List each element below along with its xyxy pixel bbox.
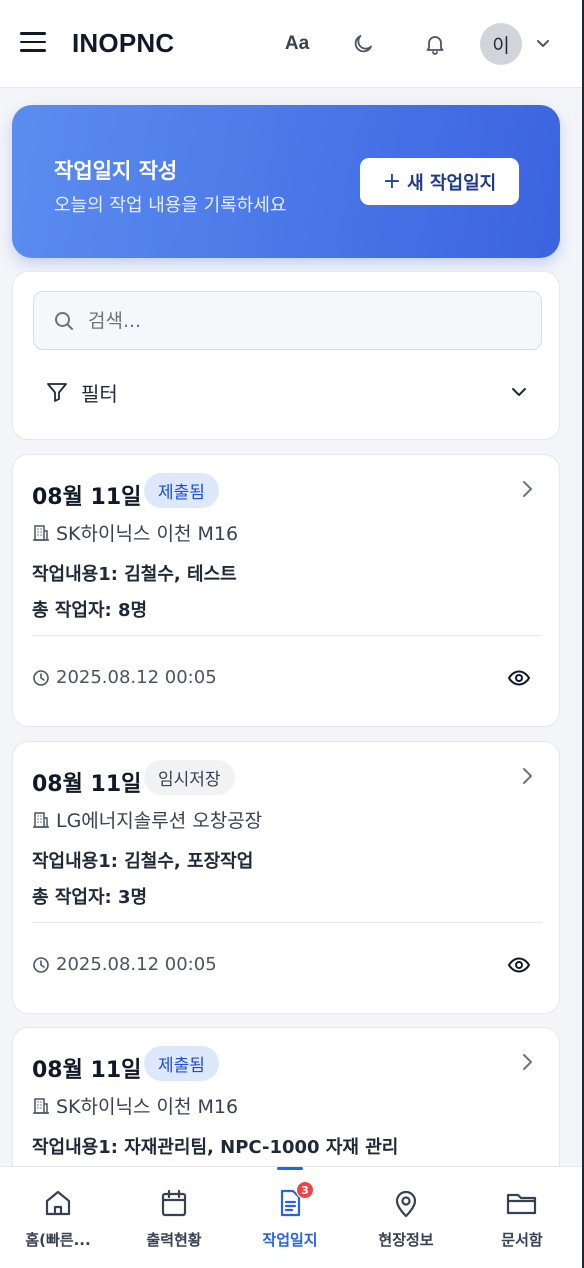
report-date: 08월 11일 [32,772,142,797]
chevron-down-icon [512,388,526,396]
notification-badge: 3 [296,1181,314,1199]
filter-icon [47,383,67,402]
divider [32,922,542,923]
report-site: SK하이닉스 이천 M16 [32,1092,238,1119]
filter-label: 필터 [81,381,118,406]
nav-label: 작업일지 [262,1231,318,1249]
report-timestamp: 2025.08.12 00:05 [32,667,217,688]
home-icon [45,1190,71,1216]
menu-icon[interactable] [20,32,46,54]
new-report-button[interactable]: + 새 작업일지 [360,158,519,205]
banner-title: 작업일지 작성 [54,159,178,183]
report-timestamp: 2025.08.12 00:05 [32,954,217,975]
nav-item-home[interactable]: 홈(빠른... [0,1167,116,1268]
nav-label: 홈(빠른... [25,1231,91,1249]
site-name: SK하이닉스 이천 M16 [56,523,239,545]
eye-icon[interactable] [507,667,531,689]
nav-item-attendance[interactable]: 출력현황 [116,1167,232,1268]
nav-label: 출력현황 [146,1231,202,1249]
building-icon [33,524,49,541]
search-box [33,291,542,350]
app-logo[interactable]: INOPNC [72,28,174,59]
nav-label: 현장정보 [378,1231,434,1249]
nav-item-documents[interactable]: 문서함 [464,1167,580,1268]
work-content: 작업내용1: 김철수, 포장작업 [32,851,254,872]
font-size-toggle[interactable]: Aa [283,30,311,58]
nav-item-site-info[interactable]: 현장정보 [348,1167,464,1268]
timestamp-text: 2025.08.12 00:05 [56,667,217,688]
site-name: LG에너지솔루션 오창공장 [56,810,263,832]
new-report-button-label: 새 작업일지 [407,172,497,194]
worker-count: 총 작업자: 3명 [32,887,148,908]
filter-toggle[interactable]: 필터 [45,374,529,410]
app-header: INOPNC Aa 이 [0,0,582,88]
banner-subtitle: 오늘의 작업 내용을 기록하세요 [54,195,287,216]
plus-icon: + [382,169,402,194]
dark-mode-icon[interactable] [349,30,377,58]
site-name: SK하이닉스 이천 M16 [56,1096,239,1118]
user-avatar[interactable]: 이 [480,23,522,65]
report-date: 08월 11일 [32,1058,142,1083]
clock-icon [33,956,49,973]
eye-icon[interactable] [507,954,531,976]
chevron-right-icon[interactable] [517,764,537,788]
report-site: LG에너지솔루션 오창공장 [32,806,262,833]
building-icon [33,1097,49,1114]
nav-label: 문서함 [501,1231,543,1249]
active-indicator [277,1167,303,1170]
building-icon [33,811,49,828]
search-icon [55,311,73,330]
status-badge: 제출됨 [144,473,219,508]
timestamp-text: 2025.08.12 00:05 [56,954,217,975]
search-input[interactable] [88,309,488,332]
report-card[interactable]: 08월 11일 제출됨 SK하이닉스 이천 M16 작업내용1: 김철수, 테스… [12,454,560,727]
map-pin-icon [395,1190,417,1218]
status-badge: 임시저장 [144,760,235,795]
chevron-down-icon[interactable] [534,36,552,52]
search-filter-panel: 필터 [12,271,560,440]
new-report-banner: 작업일지 작성 오늘의 작업 내용을 기록하세요 + 새 작업일지 [12,105,560,258]
chevron-right-icon[interactable] [517,477,537,501]
nav-item-work-log[interactable]: 3 작업일지 [232,1167,348,1268]
report-site: SK하이닉스 이천 M16 [32,519,238,546]
folder-icon [506,1193,537,1215]
report-card[interactable]: 08월 11일 임시저장 LG에너지솔루션 오창공장 작업내용1: 김철수, 포… [12,741,560,1014]
calendar-icon [161,1189,187,1217]
chevron-right-icon[interactable] [517,1050,537,1074]
divider [32,635,542,636]
clock-icon [33,669,49,686]
worker-count: 총 작업자: 8명 [32,600,148,621]
work-content: 작업내용1: 김철수, 테스트 [32,564,237,585]
status-badge: 제출됨 [144,1046,219,1081]
work-content: 작업내용1: 자재관리팀, NPC-1000 자재 관리 [32,1137,399,1158]
bell-icon[interactable] [421,30,449,58]
bottom-nav: 홈(빠른... 출력현황 3 작업일지 현장정보 문서함 [0,1166,582,1268]
report-date: 08월 11일 [32,485,142,510]
